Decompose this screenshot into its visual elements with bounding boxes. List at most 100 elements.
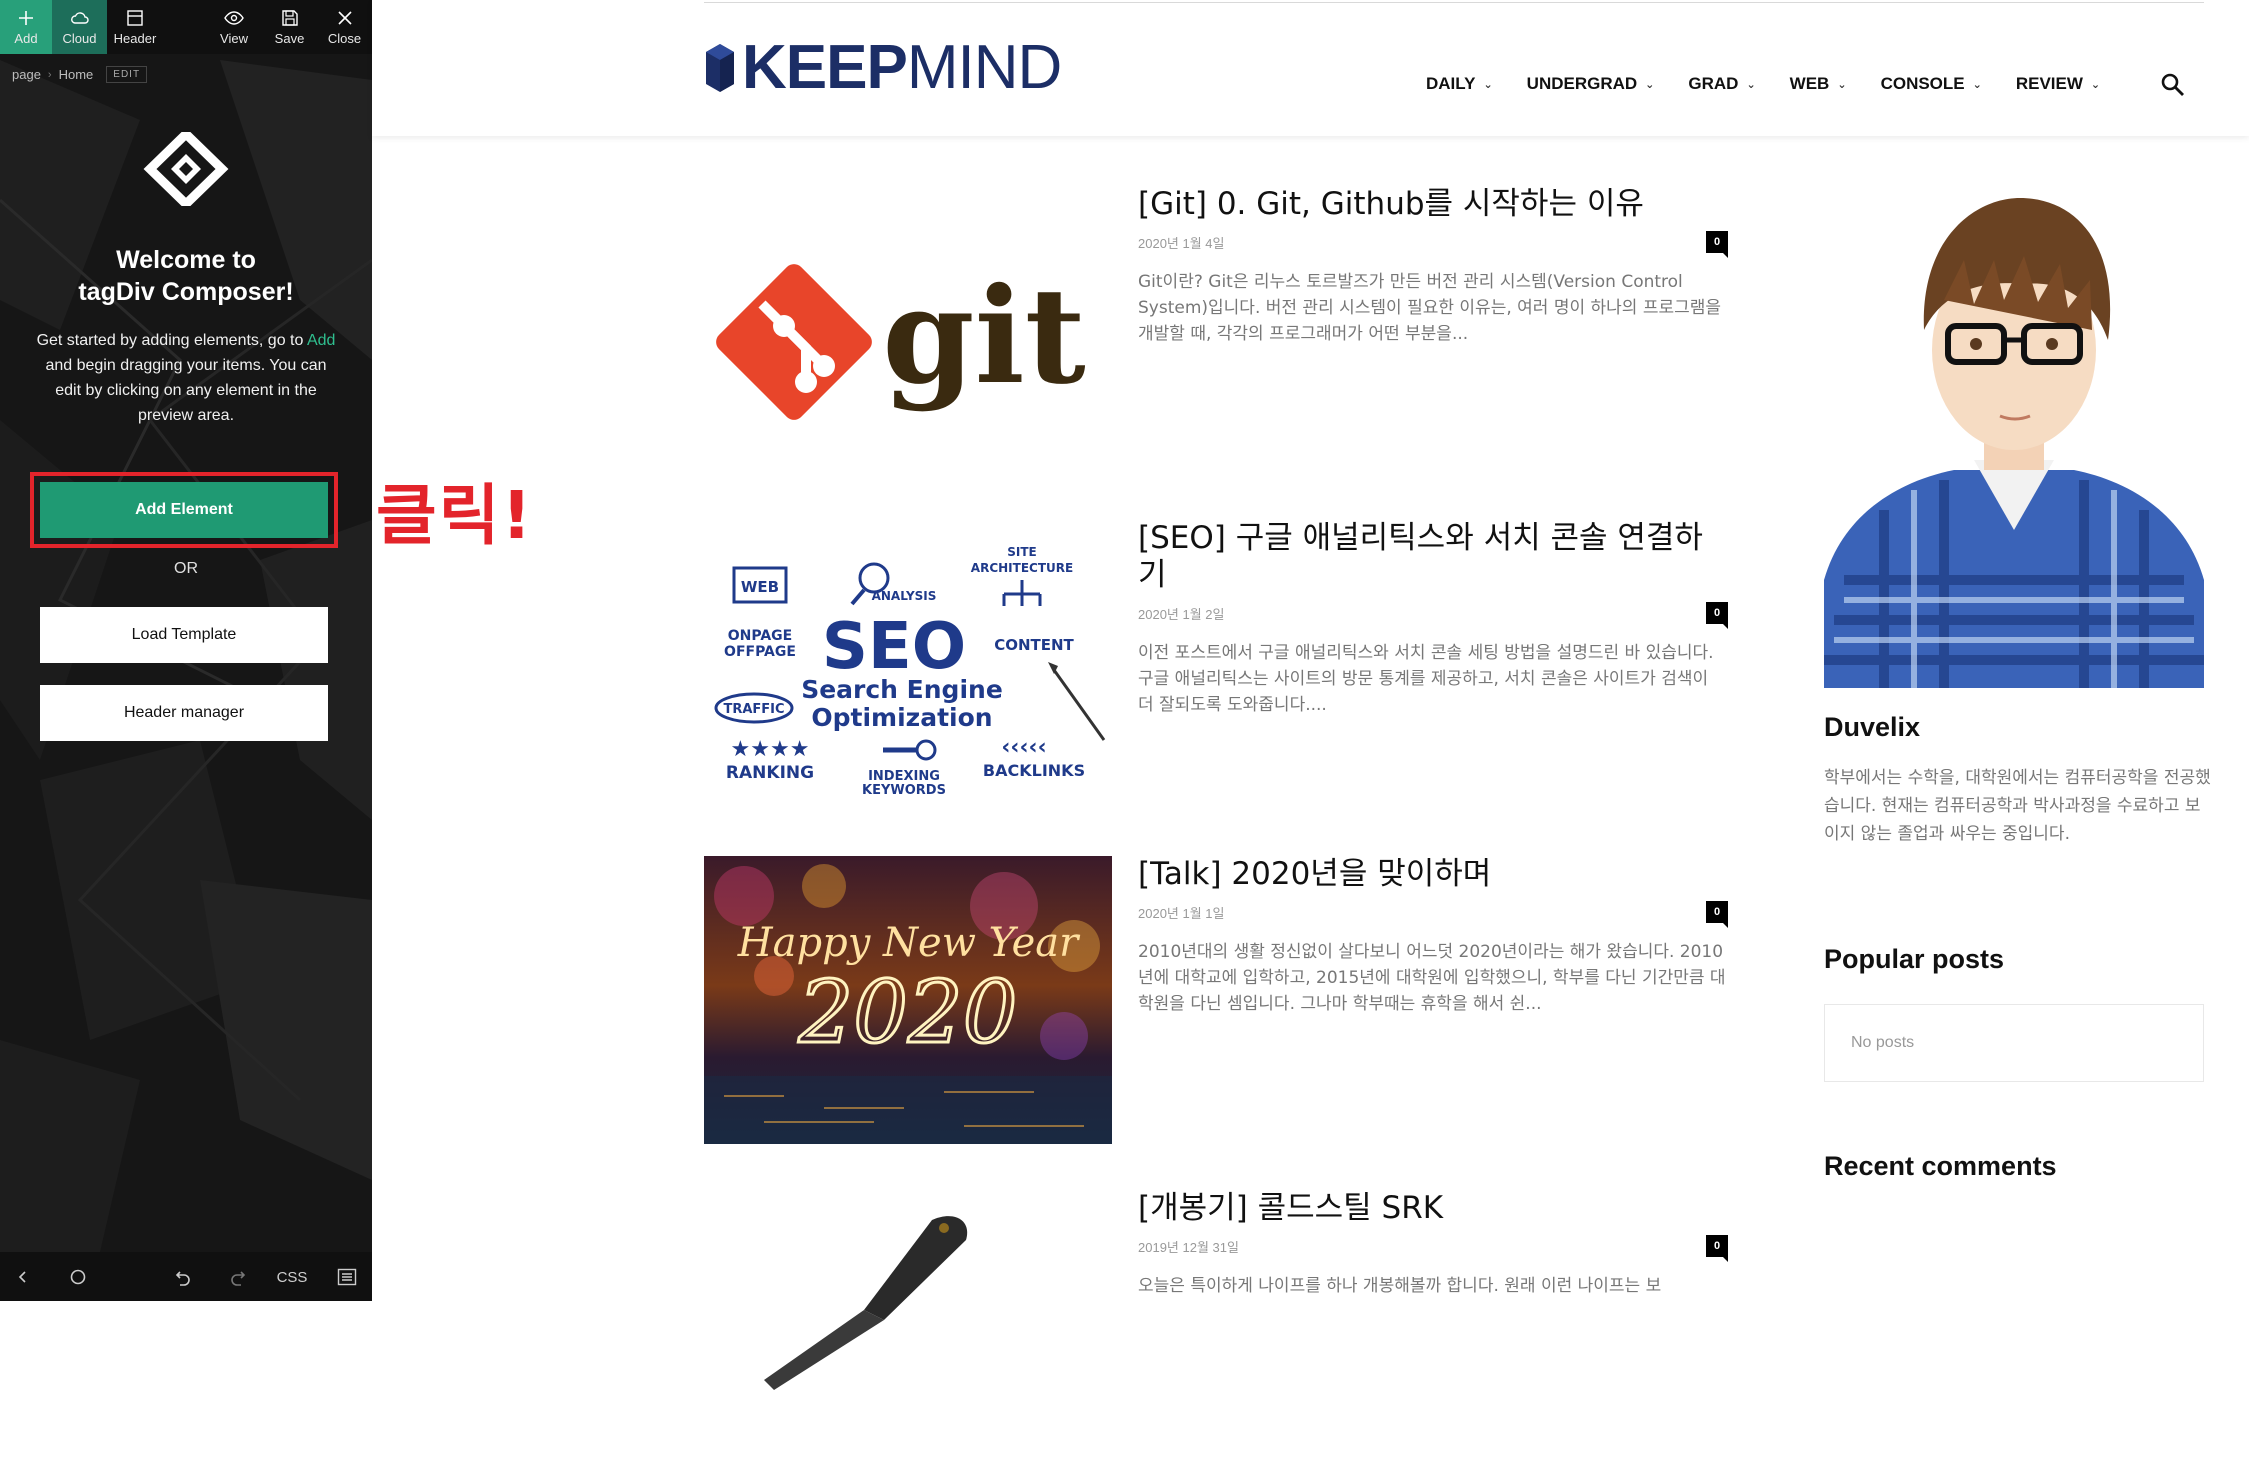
header-button-label: Header: [113, 31, 157, 46]
author-name[interactable]: Duvelix: [1824, 712, 1920, 743]
post-title[interactable]: [SEO] 구글 애널리틱스와 서치 콘솔 연결하기: [1138, 520, 1728, 594]
chevron-down-icon: ⌄: [1972, 78, 1982, 91]
seo-content: CONTENT: [994, 636, 1074, 654]
close-button[interactable]: Close: [317, 0, 372, 54]
header-manager-button[interactable]: Header manager: [40, 685, 328, 741]
intro-part-1: Get started by adding elements, go to: [36, 332, 304, 349]
edit-badge[interactable]: EDIT: [106, 66, 148, 83]
author-avatar: [1824, 180, 2204, 688]
add-button[interactable]: Add: [0, 0, 52, 54]
add-element-button[interactable]: Add Element: [40, 482, 328, 538]
save-button[interactable]: Save: [262, 0, 317, 54]
cloud-button[interactable]: Cloud: [52, 0, 107, 54]
logo-text-mind: MIND: [906, 33, 1062, 102]
logo-cube-icon: [706, 44, 734, 92]
nav-item-review[interactable]: REVIEW ⌄: [2016, 74, 2100, 94]
css-button[interactable]: CSS: [276, 1264, 308, 1290]
chevron-down-icon: ⌄: [1746, 78, 1756, 91]
nav-item-daily[interactable]: DAILY ⌄: [1426, 74, 1493, 94]
post-thumbnail-new-year[interactable]: Happy New Year 2020: [704, 856, 1112, 1144]
intro-part-2: and begin dragging your items. You can e…: [45, 357, 327, 424]
or-separator: OR: [174, 560, 198, 577]
view-button[interactable]: View: [206, 0, 262, 54]
author-bio: 학부에서는 수학을, 대학원에서는 컴퓨터공학을 전공했습니다. 현재는 컴퓨터…: [1824, 768, 2211, 844]
star-rating-icon: ★★★★: [731, 737, 810, 762]
plus-icon: [19, 11, 33, 25]
eye-icon: [224, 11, 244, 25]
nav-label: REVIEW: [2015, 74, 2083, 93]
main-navigation: DAILY ⌄ UNDERGRAD ⌄ GRAD ⌄ WEB ⌄ CONSOLE ⌄ RE…: [1426, 74, 2134, 94]
nav-item-grad[interactable]: GRAD ⌄: [1688, 74, 1755, 94]
site-logo[interactable]: KEEP MIND: [704, 33, 1062, 102]
post-title[interactable]: [Git] 0. Git, Github를 시작하는 이유: [1138, 186, 1728, 223]
cloud-button-label: Cloud: [62, 31, 97, 46]
click-annotation: 클릭!: [376, 477, 534, 554]
nav-item-console[interactable]: CONSOLE ⌄: [1881, 74, 1982, 94]
seo-offpage: OFFPAGE: [724, 644, 796, 660]
welcome-line-2: tagDiv Composer!: [78, 278, 294, 306]
popular-posts-title: Popular posts: [1824, 944, 2005, 974]
chevron-down-icon: ⌄: [1645, 78, 1655, 91]
redo-icon[interactable]: [225, 1264, 251, 1290]
collapse-left-icon[interactable]: [10, 1264, 36, 1290]
post-meta: 2020년 1월 2일 0: [1138, 602, 1728, 629]
header-button[interactable]: Header: [107, 0, 163, 54]
post-date: 2020년 1월 2일: [1138, 607, 1225, 622]
nav-item-undergrad[interactable]: UNDERGRAD ⌄: [1527, 74, 1655, 94]
composer-bottom-toolbar: CSS: [0, 1252, 372, 1301]
recent-comments-title: Recent comments: [1824, 1151, 2057, 1181]
post-thumbnail-knife[interactable]: [704, 1190, 1112, 1478]
seo-architecture: ARCHITECTURE: [971, 561, 1073, 575]
post-meta: 2020년 1월 1일 0: [1138, 901, 1728, 928]
menu-list-icon[interactable]: [334, 1264, 360, 1290]
chevron-right-icon: ›: [47, 68, 52, 81]
new-year-greeting: Happy New Year: [737, 920, 1081, 966]
circle-icon[interactable]: [65, 1264, 91, 1290]
seo-onpage: ONPAGE: [728, 628, 792, 644]
chevrons-icon: ‹‹‹‹‹: [1001, 735, 1046, 760]
search-icon[interactable]: [2160, 72, 2186, 98]
seo-web: WEB: [741, 578, 779, 596]
save-button-label: Save: [274, 31, 305, 46]
post-date: 2020년 1월 4일: [1138, 236, 1225, 251]
post-excerpt: Git이란? Git은 리누스 토르발즈가 만든 버전 관리 시스템(Versi…: [1138, 272, 1722, 344]
nav-label: CONSOLE: [1880, 74, 1965, 93]
comment-count-badge[interactable]: 0: [1706, 1235, 1728, 1262]
comment-count-badge[interactable]: 0: [1706, 901, 1728, 928]
breadcrumb-page[interactable]: page: [12, 67, 41, 82]
seo-main: SEO: [822, 610, 966, 684]
load-template-button[interactable]: Load Template: [40, 607, 328, 663]
header-top-divider: [704, 2, 2204, 3]
breadcrumb-home[interactable]: Home: [59, 67, 94, 82]
add-button-label: Add: [14, 31, 38, 46]
floppy-disk-icon: [281, 10, 298, 26]
post-title[interactable]: [개봉기] 콜드스틸 SRK: [1138, 1190, 1728, 1227]
post-excerpt: 2010년대의 생활 정신없이 살다보니 어느덧 2020년이라는 해가 왔습니…: [1138, 942, 1726, 1014]
post-meta: 2020년 1월 4일 0: [1138, 231, 1728, 258]
comment-count-badge[interactable]: 0: [1706, 602, 1728, 629]
post-body: [SEO] 구글 애널리틱스와 서치 콘솔 연결하기 2020년 1월 2일 0…: [1138, 520, 1728, 718]
breadcrumb: page › Home EDIT: [12, 66, 148, 83]
nav-item-web[interactable]: WEB ⌄: [1790, 74, 1847, 94]
post-thumbnail-git[interactable]: git: [704, 186, 1112, 474]
nav-label: GRAD: [1688, 74, 1739, 93]
post-title[interactable]: [Talk] 2020년을 맞이하며: [1138, 856, 1728, 893]
header-layout-icon: [127, 10, 143, 26]
view-button-label: View: [220, 31, 248, 46]
seo-site: SITE: [1007, 545, 1037, 559]
undo-icon[interactable]: [170, 1264, 196, 1290]
intro-text: Get started by adding elements, go to Ad…: [36, 328, 336, 428]
git-wordmark: git: [882, 259, 1085, 414]
cloud-icon: [70, 12, 89, 24]
chevron-down-icon: ⌄: [1837, 78, 1847, 91]
intro-add-link[interactable]: Add: [307, 332, 335, 349]
comment-count-badge[interactable]: 0: [1706, 231, 1728, 258]
close-button-label: Close: [327, 31, 362, 46]
logo-text-keep: KEEP: [742, 33, 908, 102]
seo-backlinks: BACKLINKS: [983, 761, 1085, 780]
nav-label: DAILY: [1426, 74, 1476, 93]
nav-label: WEB: [1789, 74, 1830, 93]
post-body: [Talk] 2020년을 맞이하며 2020년 1월 1일 0 2010년대의…: [1138, 856, 1728, 1017]
post-thumbnail-seo[interactable]: WEB ANALYSIS SITE ARCHITECTURE ONPAGE OF…: [704, 520, 1112, 808]
chevron-down-icon: ⌄: [2090, 78, 2101, 91]
